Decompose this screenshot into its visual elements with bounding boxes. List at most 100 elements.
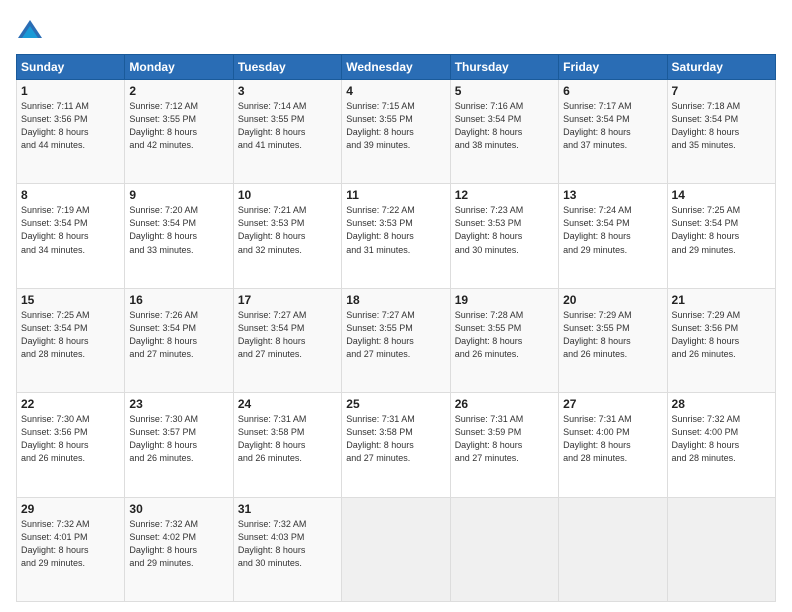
day-number: 18 [346,293,445,307]
calendar-cell: 14Sunrise: 7:25 AMSunset: 3:54 PMDayligh… [667,184,775,288]
calendar-week-1: 1 Sunrise: 7:11 AMSunset: 3:56 PMDaylight… [17,80,776,184]
day-info: Sunrise: 7:30 AMSunset: 3:56 PMDaylight:… [21,413,120,465]
calendar-cell: 4 Sunrise: 7:15 AMSunset: 3:55 PMDaylight… [342,80,450,184]
day-number: 10 [238,188,337,202]
calendar-cell: 11 Sunrise: 7:22 AMSunset: 3:53 PMDayligh… [342,184,450,288]
day-number: 23 [129,397,228,411]
day-info: Sunrise: 7:22 AMSunset: 3:53 PMDaylight:… [346,204,445,256]
day-info: Sunrise: 7:23 AMSunset: 3:53 PMDaylight:… [455,204,554,256]
calendar-cell: 18 Sunrise: 7:27 AMSunset: 3:55 PMDayligh… [342,288,450,392]
calendar-cell [342,497,450,601]
day-number: 24 [238,397,337,411]
calendar-cell: 15 Sunrise: 7:25 AMSunset: 3:54 PMDayligh… [17,288,125,392]
day-number: 6 [563,84,662,98]
calendar-week-2: 8 Sunrise: 7:19 AMSunset: 3:54 PMDaylight… [17,184,776,288]
calendar-cell: 25Sunrise: 7:31 AMSunset: 3:58 PMDayligh… [342,393,450,497]
calendar-header-wednesday: Wednesday [342,55,450,80]
calendar-cell [667,497,775,601]
page: SundayMondayTuesdayWednesdayThursdayFrid… [0,0,792,612]
day-info: Sunrise: 7:19 AMSunset: 3:54 PMDaylight:… [21,204,120,256]
logo [16,16,48,44]
calendar-cell: 19Sunrise: 7:28 AMSunset: 3:55 PMDayligh… [450,288,558,392]
day-number: 21 [672,293,771,307]
day-info: Sunrise: 7:30 AMSunset: 3:57 PMDaylight:… [129,413,228,465]
day-info: Sunrise: 7:29 AMSunset: 3:55 PMDaylight:… [563,309,662,361]
day-info: Sunrise: 7:14 AMSunset: 3:55 PMDaylight:… [238,100,337,152]
day-info: Sunrise: 7:31 AMSunset: 3:58 PMDaylight:… [238,413,337,465]
day-info: Sunrise: 7:17 AMSunset: 3:54 PMDaylight:… [563,100,662,152]
day-info: Sunrise: 7:11 AMSunset: 3:56 PMDaylight:… [21,100,120,152]
day-info: Sunrise: 7:25 AMSunset: 3:54 PMDaylight:… [21,309,120,361]
day-info: Sunrise: 7:31 AMSunset: 3:59 PMDaylight:… [455,413,554,465]
day-number: 8 [21,188,120,202]
calendar-cell: 12 Sunrise: 7:23 AMSunset: 3:53 PMDayligh… [450,184,558,288]
day-number: 4 [346,84,445,98]
day-info: Sunrise: 7:32 AMSunset: 4:01 PMDaylight:… [21,518,120,570]
day-number: 1 [21,84,120,98]
calendar-cell: 22 Sunrise: 7:30 AMSunset: 3:56 PMDayligh… [17,393,125,497]
day-info: Sunrise: 7:29 AMSunset: 3:56 PMDaylight:… [672,309,771,361]
day-info: Sunrise: 7:32 AMSunset: 4:00 PMDaylight:… [672,413,771,465]
day-number: 31 [238,502,337,516]
day-number: 17 [238,293,337,307]
day-number: 7 [672,84,771,98]
calendar-cell: 20 Sunrise: 7:29 AMSunset: 3:55 PMDayligh… [559,288,667,392]
day-number: 2 [129,84,228,98]
day-number: 28 [672,397,771,411]
calendar-cell: 23 Sunrise: 7:30 AMSunset: 3:57 PMDayligh… [125,393,233,497]
calendar-cell: 10 Sunrise: 7:21 AMSunset: 3:53 PMDayligh… [233,184,341,288]
day-info: Sunrise: 7:16 AMSunset: 3:54 PMDaylight:… [455,100,554,152]
day-info: Sunrise: 7:32 AMSunset: 4:02 PMDaylight:… [129,518,228,570]
calendar-header-thursday: Thursday [450,55,558,80]
calendar-cell: 28 Sunrise: 7:32 AMSunset: 4:00 PMDayligh… [667,393,775,497]
day-number: 11 [346,188,445,202]
calendar-cell: 3Sunrise: 7:14 AMSunset: 3:55 PMDaylight… [233,80,341,184]
day-number: 30 [129,502,228,516]
calendar-cell: 7 Sunrise: 7:18 AMSunset: 3:54 PMDaylight… [667,80,775,184]
day-number: 12 [455,188,554,202]
day-info: Sunrise: 7:15 AMSunset: 3:55 PMDaylight:… [346,100,445,152]
logo-icon [16,16,44,44]
calendar-week-4: 22 Sunrise: 7:30 AMSunset: 3:56 PMDayligh… [17,393,776,497]
day-number: 19 [455,293,554,307]
calendar-cell: 6 Sunrise: 7:17 AMSunset: 3:54 PMDaylight… [559,80,667,184]
day-info: Sunrise: 7:12 AMSunset: 3:55 PMDaylight:… [129,100,228,152]
calendar-cell: 2 Sunrise: 7:12 AMSunset: 3:55 PMDaylight… [125,80,233,184]
day-info: Sunrise: 7:20 AMSunset: 3:54 PMDaylight:… [129,204,228,256]
day-number: 20 [563,293,662,307]
calendar-cell: 30 Sunrise: 7:32 AMSunset: 4:02 PMDayligh… [125,497,233,601]
calendar-cell: 27 Sunrise: 7:31 AMSunset: 4:00 PMDayligh… [559,393,667,497]
calendar-header-row: SundayMondayTuesdayWednesdayThursdayFrid… [17,55,776,80]
day-number: 25 [346,397,445,411]
day-info: Sunrise: 7:26 AMSunset: 3:54 PMDaylight:… [129,309,228,361]
day-number: 27 [563,397,662,411]
header [16,16,776,44]
day-number: 15 [21,293,120,307]
calendar-week-5: 29Sunrise: 7:32 AMSunset: 4:01 PMDayligh… [17,497,776,601]
calendar-cell [559,497,667,601]
calendar-header-saturday: Saturday [667,55,775,80]
day-info: Sunrise: 7:32 AMSunset: 4:03 PMDaylight:… [238,518,337,570]
day-number: 9 [129,188,228,202]
day-number: 22 [21,397,120,411]
calendar-cell: 5 Sunrise: 7:16 AMSunset: 3:54 PMDaylight… [450,80,558,184]
calendar-cell: 13Sunrise: 7:24 AMSunset: 3:54 PMDayligh… [559,184,667,288]
calendar-header-sunday: Sunday [17,55,125,80]
calendar-table: SundayMondayTuesdayWednesdayThursdayFrid… [16,54,776,602]
calendar-cell: 16 Sunrise: 7:26 AMSunset: 3:54 PMDayligh… [125,288,233,392]
calendar-cell [450,497,558,601]
calendar-week-3: 15 Sunrise: 7:25 AMSunset: 3:54 PMDayligh… [17,288,776,392]
calendar-cell: 29Sunrise: 7:32 AMSunset: 4:01 PMDayligh… [17,497,125,601]
calendar-cell: 9 Sunrise: 7:20 AMSunset: 3:54 PMDaylight… [125,184,233,288]
calendar-cell: 31 Sunrise: 7:32 AMSunset: 4:03 PMDayligh… [233,497,341,601]
day-info: Sunrise: 7:31 AMSunset: 4:00 PMDaylight:… [563,413,662,465]
calendar-cell: 26Sunrise: 7:31 AMSunset: 3:59 PMDayligh… [450,393,558,497]
calendar-cell: 17Sunrise: 7:27 AMSunset: 3:54 PMDayligh… [233,288,341,392]
day-info: Sunrise: 7:18 AMSunset: 3:54 PMDaylight:… [672,100,771,152]
day-number: 16 [129,293,228,307]
day-number: 5 [455,84,554,98]
day-info: Sunrise: 7:21 AMSunset: 3:53 PMDaylight:… [238,204,337,256]
day-info: Sunrise: 7:27 AMSunset: 3:55 PMDaylight:… [346,309,445,361]
day-info: Sunrise: 7:25 AMSunset: 3:54 PMDaylight:… [672,204,771,256]
calendar-cell: 21 Sunrise: 7:29 AMSunset: 3:56 PMDayligh… [667,288,775,392]
